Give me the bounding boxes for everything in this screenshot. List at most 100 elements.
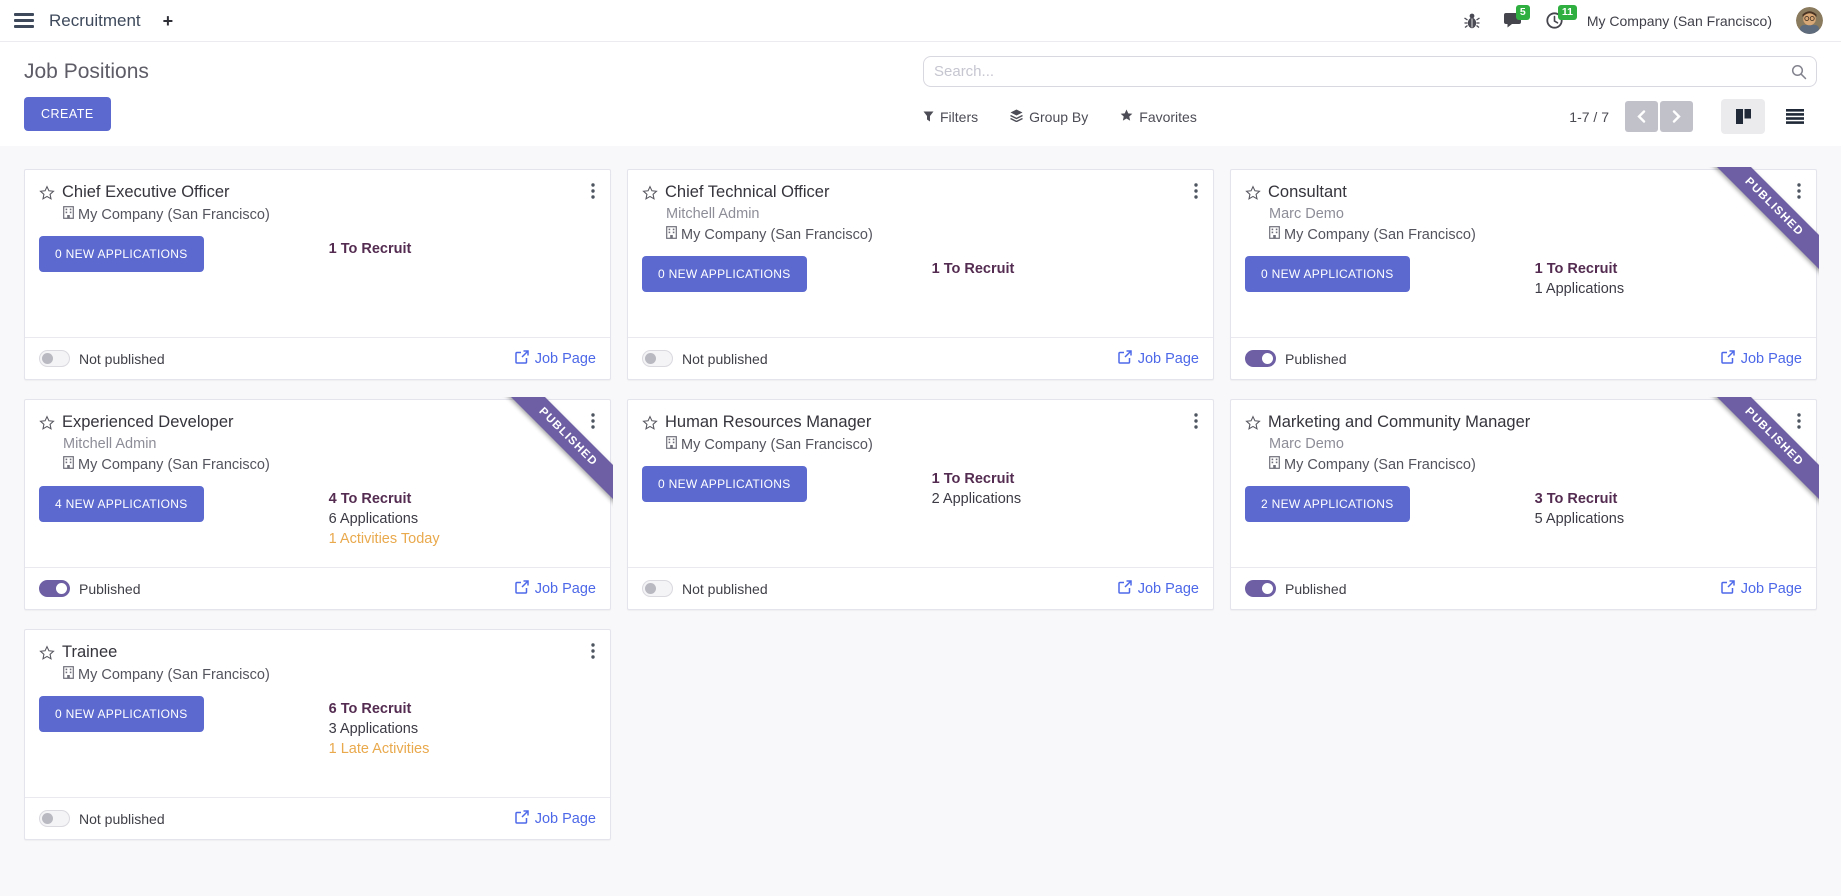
pager-next-button[interactable] [1660, 101, 1693, 132]
job-card[interactable]: PUBLISHED Consultant Marc Demo [1230, 169, 1817, 380]
new-applications-button[interactable]: 4 NEW APPLICATIONS [39, 486, 204, 522]
applications-stat[interactable]: 6 Applications [329, 509, 440, 529]
building-icon [63, 456, 74, 473]
job-title[interactable]: Chief Technical Officer [665, 183, 829, 202]
manager-name: Mitchell Admin [666, 206, 1199, 222]
card-menu-button[interactable] [589, 641, 597, 664]
favorite-star-icon[interactable] [39, 415, 55, 431]
user-avatar[interactable] [1796, 7, 1823, 34]
job-page-link[interactable]: Job Page [515, 810, 596, 828]
to-recruit-stat[interactable]: 1 To Recruit [329, 239, 412, 259]
card-menu-button[interactable] [589, 411, 597, 434]
publish-status-label: Not published [79, 351, 165, 367]
publish-toggle[interactable] [1245, 350, 1276, 367]
messages-icon[interactable]: 5 [1504, 12, 1522, 29]
job-title[interactable]: Trainee [62, 643, 117, 662]
card-stats: 6 To Recruit 3 Applications 1 Late Activ… [329, 699, 430, 759]
job-card[interactable]: PUBLISHED Experienced Developer Mitchell… [24, 399, 611, 610]
publish-control: Published [1245, 580, 1347, 597]
publish-control: Not published [642, 350, 768, 367]
publish-control: Not published [39, 350, 165, 367]
card-menu-button[interactable] [1192, 411, 1200, 434]
search-icon[interactable] [1791, 64, 1807, 85]
job-card-body: Chief Executive Officer My Company (San … [25, 170, 610, 337]
job-page-link[interactable]: Job Page [1118, 350, 1199, 368]
favorite-star-icon[interactable] [1245, 185, 1261, 201]
job-card-body: Trainee My Company (San Francisco) 0 NEW… [25, 630, 610, 797]
activity-stat[interactable]: 1 Activities Today [329, 529, 440, 549]
to-recruit-stat[interactable]: 4 To Recruit [329, 489, 440, 509]
new-applications-button[interactable]: 2 NEW APPLICATIONS [1245, 486, 1410, 522]
app-name[interactable]: Recruitment [49, 11, 141, 31]
applications-stat[interactable]: 1 Applications [1535, 279, 1624, 299]
plus-button[interactable]: + [163, 12, 174, 30]
menu-toggle-icon[interactable] [14, 10, 34, 31]
job-card[interactable]: Chief Executive Officer My Company (San … [24, 169, 611, 380]
job-title[interactable]: Human Resources Manager [665, 413, 871, 432]
job-title[interactable]: Experienced Developer [62, 413, 234, 432]
card-main-row: 0 NEW APPLICATIONS 1 To Recruit [642, 256, 1199, 298]
job-title[interactable]: Marketing and Community Manager [1268, 413, 1530, 432]
new-applications-button[interactable]: 0 NEW APPLICATIONS [39, 236, 204, 272]
new-applications-button[interactable]: 0 NEW APPLICATIONS [642, 256, 807, 292]
publish-status-label: Not published [682, 581, 768, 597]
publish-toggle[interactable] [39, 810, 70, 827]
card-menu-button[interactable] [1192, 181, 1200, 204]
job-page-link[interactable]: Job Page [515, 580, 596, 598]
job-title[interactable]: Chief Executive Officer [62, 183, 230, 202]
group-by-button[interactable]: Group By [1010, 109, 1088, 125]
to-recruit-stat[interactable]: 1 To Recruit [932, 469, 1021, 489]
job-card[interactable]: Human Resources Manager My Company (San … [627, 399, 1214, 610]
to-recruit-stat[interactable]: 1 To Recruit [932, 259, 1015, 279]
publish-toggle[interactable] [39, 580, 70, 597]
card-menu-button[interactable] [1795, 181, 1803, 204]
create-button[interactable]: CREATE [24, 97, 111, 131]
favorites-button[interactable]: Favorites [1120, 109, 1197, 125]
publish-toggle[interactable] [1245, 580, 1276, 597]
new-applications-button[interactable]: 0 NEW APPLICATIONS [642, 466, 807, 502]
favorite-star-icon[interactable] [642, 415, 658, 431]
job-card[interactable]: Chief Technical Officer Mitchell Admin M… [627, 169, 1214, 380]
applications-stat[interactable]: 2 Applications [932, 489, 1021, 509]
job-card[interactable]: Trainee My Company (San Francisco) 0 NEW… [24, 629, 611, 840]
to-recruit-stat[interactable]: 1 To Recruit [1535, 259, 1624, 279]
company-name: My Company (San Francisco) [666, 226, 1199, 243]
favorite-star-icon[interactable] [642, 185, 658, 201]
filters-button[interactable]: Filters [923, 109, 978, 125]
activities-icon[interactable]: 11 [1546, 12, 1563, 29]
publish-toggle[interactable] [642, 350, 673, 367]
pager-previous-button[interactable] [1625, 101, 1658, 132]
new-applications-button[interactable]: 0 NEW APPLICATIONS [1245, 256, 1410, 292]
applications-stat[interactable]: 5 Applications [1535, 509, 1624, 529]
job-card[interactable]: PUBLISHED Marketing and Community Manage… [1230, 399, 1817, 610]
search-input[interactable] [923, 56, 1817, 87]
to-recruit-stat[interactable]: 3 To Recruit [1535, 489, 1624, 509]
filter-icon [923, 109, 934, 125]
favorite-star-icon[interactable] [39, 185, 55, 201]
publish-toggle[interactable] [39, 350, 70, 367]
job-card-footer: Not published Job Page [628, 337, 1213, 379]
activity-stat[interactable]: 1 Late Activities [329, 739, 430, 759]
job-page-link[interactable]: Job Page [515, 350, 596, 368]
job-page-link[interactable]: Job Page [1721, 350, 1802, 368]
kanban-area: Chief Executive Officer My Company (San … [0, 146, 1841, 896]
job-page-link[interactable]: Job Page [1721, 580, 1802, 598]
kanban-view-button[interactable] [1721, 99, 1765, 134]
favorite-star-icon[interactable] [1245, 415, 1261, 431]
publish-toggle[interactable] [642, 580, 673, 597]
card-menu-button[interactable] [589, 181, 597, 204]
favorite-star-icon[interactable] [39, 645, 55, 661]
job-title[interactable]: Consultant [1268, 183, 1347, 202]
favorites-label: Favorites [1139, 109, 1197, 125]
to-recruit-stat[interactable]: 6 To Recruit [329, 699, 430, 719]
debug-icon[interactable] [1464, 12, 1480, 29]
job-page-link[interactable]: Job Page [1118, 580, 1199, 598]
job-card-body: PUBLISHED Marketing and Community Manage… [1231, 400, 1816, 567]
card-menu-button[interactable] [1795, 411, 1803, 434]
applications-stat[interactable]: 3 Applications [329, 719, 430, 739]
company-switcher[interactable]: My Company (San Francisco) [1587, 13, 1772, 29]
new-applications-button[interactable]: 0 NEW APPLICATIONS [39, 696, 204, 732]
list-view-button[interactable] [1773, 99, 1817, 134]
manager-name: Marc Demo [1269, 206, 1802, 222]
company-name: My Company (San Francisco) [63, 206, 596, 223]
